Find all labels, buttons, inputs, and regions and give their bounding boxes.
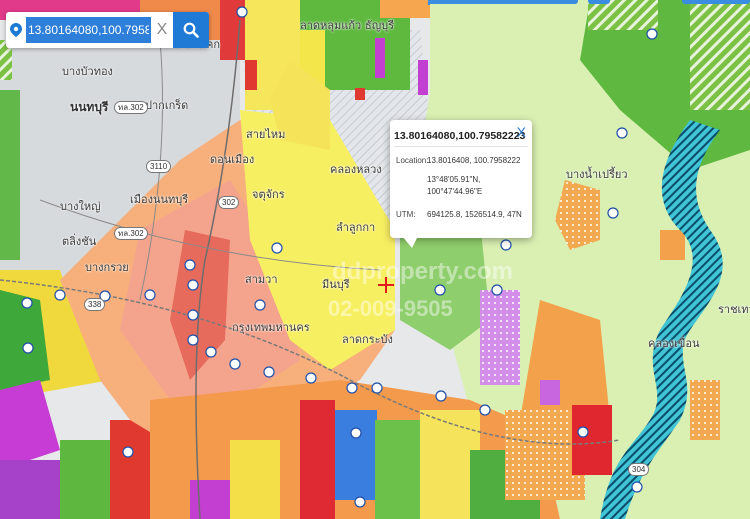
route-shield: 302 [218, 196, 240, 209]
search-input[interactable] [26, 17, 151, 43]
poi-marker [236, 6, 248, 18]
poi-marker [254, 299, 266, 311]
label-bang-kruai: บางกรวย [85, 262, 129, 274]
label-bangkok: กรุงเทพมหานคร [232, 322, 310, 334]
label-bang-bua-thong: บางบัวทอง [62, 66, 113, 78]
label-ratchathewa: ราชเทวา [718, 304, 750, 316]
label-bang-nam-priao: บางน้ำเปรี้ยว [566, 169, 628, 181]
label-lat-lum-kaeo: ลาดหลุมแก้ว [300, 20, 362, 32]
zone-south-yellow2 [230, 440, 280, 519]
label-lam-luk-ka: ลำลูกกา [336, 222, 376, 234]
label-don-mueang: ดอนเมือง [210, 154, 255, 166]
location-marker[interactable] [378, 277, 394, 293]
label-bang-yai: บางใหญ่ [60, 201, 101, 213]
popup-divider [394, 146, 528, 147]
poi-marker [346, 382, 358, 394]
poi-marker [144, 289, 156, 301]
top-tab[interactable] [588, 0, 610, 4]
zone-west-red [110, 420, 150, 519]
zone-south-blue [335, 410, 377, 500]
poi-marker [616, 127, 628, 139]
poi-marker [646, 28, 658, 40]
watermark: 02-009-9505 [328, 296, 453, 321]
patch-magenta-2 [418, 60, 428, 95]
location-decimal: 13.8016408, 100.7958222 [427, 156, 521, 165]
label-khlong-luang: คลองหลวง [330, 164, 382, 176]
zone-dotted-purple [480, 290, 520, 385]
poi-marker [229, 358, 241, 370]
poi-marker [263, 366, 275, 378]
top-tab[interactable] [682, 0, 750, 4]
location-lon-dms: 100°47'44.96"E [427, 187, 483, 196]
search-icon [183, 22, 199, 38]
poi-marker [22, 342, 34, 354]
poi-marker [305, 372, 317, 384]
poi-marker [371, 382, 383, 394]
label-thanyaburi: ธัญบุรี [365, 20, 394, 32]
label-pak-kret: ปากเกร็ด [145, 100, 189, 112]
poi-marker [479, 404, 491, 416]
route-shield: 338 [84, 298, 106, 311]
poi-marker [21, 297, 33, 309]
map-view[interactable]: นนทบุรี ปากเกร็ด บางใหญ่ เมืองนนทบุรี บา… [0, 0, 750, 519]
location-label: Location: [396, 156, 429, 165]
patch-red-1 [245, 60, 257, 90]
label-chatuchak: จตุจักร [252, 189, 285, 201]
poi-marker [435, 390, 447, 402]
search-button[interactable] [173, 12, 209, 48]
poi-marker [350, 427, 362, 439]
poi-marker [54, 289, 66, 301]
poi-marker [271, 242, 283, 254]
patch-magenta-1 [375, 38, 385, 78]
zone-dotted-east [690, 380, 720, 440]
watermark: ddproperty.com [332, 258, 513, 285]
poi-marker [187, 334, 199, 346]
poi-marker [491, 284, 503, 296]
forest-hatched-2 [588, 0, 658, 30]
label-nonthaburi: นนทบุรี [70, 100, 109, 114]
utm-value: 694125.8, 1526514.9, 47N [427, 210, 522, 219]
label-khlong-khuean: คลองเขื่อน [648, 338, 700, 350]
poi-marker [631, 481, 643, 493]
zone-west-green [0, 90, 20, 260]
poi-marker [607, 207, 619, 219]
top-tab[interactable] [428, 0, 578, 4]
zone-west-purple [0, 460, 70, 519]
route-shield: ทล.302 [114, 101, 148, 114]
patch-red-2 [355, 88, 365, 100]
label-mueang-nonthaburi: เมืองนนทบุรี [130, 194, 189, 206]
label-taling-chan: ตลิ่งชัน [62, 236, 97, 248]
route-shield: 304 [628, 463, 650, 476]
poi-marker [122, 446, 134, 458]
route-shield: ทล.302 [114, 227, 148, 240]
poi-marker [205, 346, 217, 358]
poi-marker [500, 239, 512, 251]
label-lat-krabang: ลาดกระบัง [342, 334, 393, 346]
route-shield: 3110 [146, 160, 172, 173]
location-info-popup: 13.80164080,100.79582223 X Location: 13.… [390, 120, 532, 248]
poi-marker [577, 426, 589, 438]
poi-marker [187, 309, 199, 321]
poi-marker [184, 259, 196, 271]
clear-button[interactable]: X [151, 21, 173, 39]
search-bar: X [6, 12, 209, 48]
label-sam-wa: สามวา [245, 274, 278, 286]
utm-label: UTM: [396, 210, 416, 219]
popup-title: 13.80164080,100.79582223 [394, 130, 526, 142]
poi-marker [187, 279, 199, 291]
zone-orange-small [660, 230, 685, 260]
zone-south-red [300, 400, 335, 519]
label-sai-mai: สายไหม [246, 129, 286, 141]
forest-hatched [690, 0, 750, 110]
zone-purple-small [540, 380, 560, 405]
zone-red-east [572, 405, 612, 475]
location-lat-dms: 13°48'05.91"N, [427, 175, 481, 184]
poi-marker [434, 284, 446, 296]
popup-close-button[interactable]: X [517, 125, 526, 139]
location-pin-icon [6, 12, 26, 48]
poi-marker [354, 496, 366, 508]
